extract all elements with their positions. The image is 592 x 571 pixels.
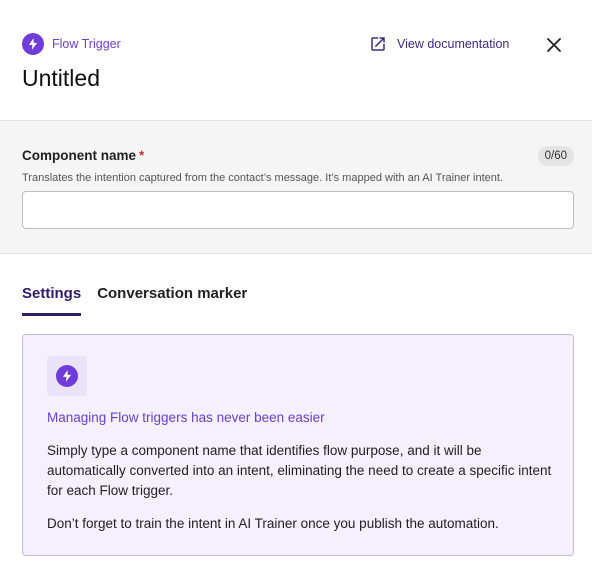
- info-card-title: Managing Flow triggers has never been ea…: [47, 410, 325, 425]
- info-card-note: Don’t forget to train the intent in AI T…: [47, 516, 499, 531]
- required-indicator: *: [139, 148, 145, 163]
- tab-conversation-marker[interactable]: Conversation marker: [97, 285, 247, 316]
- breadcrumb: Flow Trigger: [22, 33, 121, 55]
- open-in-new-icon: [371, 37, 385, 51]
- component-name-helper: Translates the intention captured from t…: [22, 172, 504, 184]
- character-counter: 0/60: [537, 146, 574, 166]
- panel-header: Flow Trigger View documentation Untitled: [0, 0, 592, 120]
- component-name-label: Component name *: [22, 148, 144, 163]
- tab-bar: Settings Conversation marker: [22, 285, 263, 316]
- component-name-input[interactable]: [22, 191, 574, 229]
- component-name-section: Component name * 0/60 Translates the inte…: [0, 120, 592, 254]
- close-button[interactable]: [543, 34, 565, 56]
- flash-icon: [22, 33, 44, 55]
- close-icon: [547, 38, 561, 52]
- breadcrumb-label: Flow Trigger: [52, 37, 121, 51]
- view-documentation-link[interactable]: View documentation: [369, 35, 509, 53]
- component-name-label-text: Component name: [22, 148, 137, 163]
- tab-settings[interactable]: Settings: [22, 285, 82, 316]
- flash-icon: [56, 365, 78, 387]
- page-title: Untitled: [22, 65, 100, 91]
- view-documentation-label: View documentation: [397, 37, 510, 51]
- info-card-icon-box: [47, 356, 87, 396]
- info-card: Managing Flow triggers has never been ea…: [22, 334, 574, 556]
- info-card-body: Simply type a component name that identi…: [47, 443, 552, 498]
